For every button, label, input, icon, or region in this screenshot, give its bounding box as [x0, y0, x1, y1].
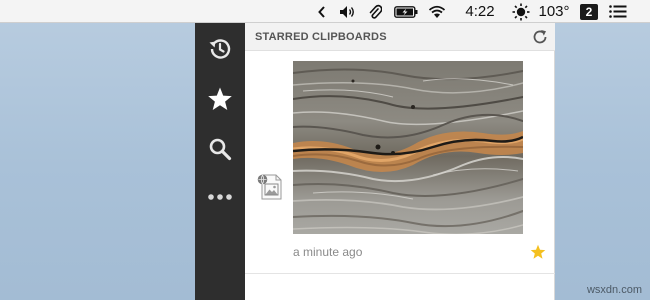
clip-timestamp: a minute ago — [293, 245, 363, 259]
chevron-left-icon[interactable] — [316, 0, 328, 23]
menu-bar: 4:22 103° 2 — [0, 0, 650, 23]
workspace-number: 2 — [580, 3, 598, 20]
clipboard-item[interactable]: a minute ago — [245, 51, 555, 274]
star-icon — [208, 87, 232, 110]
more-icon — [208, 194, 232, 200]
panel-header: STARRED CLIPBOARDS — [245, 23, 555, 51]
watermark-text: wsxdn.com — [586, 284, 642, 296]
image-file-icon — [257, 171, 283, 201]
app-sidebar — [195, 23, 245, 300]
battery-charging-icon[interactable] — [393, 0, 419, 23]
volume-icon[interactable] — [338, 0, 358, 23]
panel-title: STARRED CLIPBOARDS — [255, 31, 387, 43]
list-menu-icon[interactable] — [607, 0, 629, 23]
star-icon — [530, 244, 546, 259]
more-button[interactable] — [195, 175, 245, 219]
refresh-button[interactable] — [531, 28, 549, 46]
wifi-icon[interactable] — [427, 0, 447, 23]
search-icon — [209, 138, 232, 161]
history-button[interactable] — [195, 27, 245, 71]
paperclip-icon[interactable] — [366, 0, 384, 23]
workspace-badge[interactable]: 2 — [580, 0, 598, 23]
history-icon — [209, 39, 231, 59]
menubar-temperature[interactable]: 103° — [535, 0, 573, 23]
menubar-clock[interactable]: 4:22 — [462, 0, 498, 23]
clip-image-thumbnail[interactable] — [293, 61, 523, 234]
clipboard-panel: STARRED CLIPBOARDS a minute ago — [245, 23, 555, 300]
refresh-icon — [533, 30, 547, 44]
search-button[interactable] — [195, 127, 245, 171]
starred-button[interactable] — [195, 77, 245, 121]
weather-sun-icon[interactable] — [511, 0, 531, 23]
unstar-button[interactable] — [530, 244, 546, 260]
